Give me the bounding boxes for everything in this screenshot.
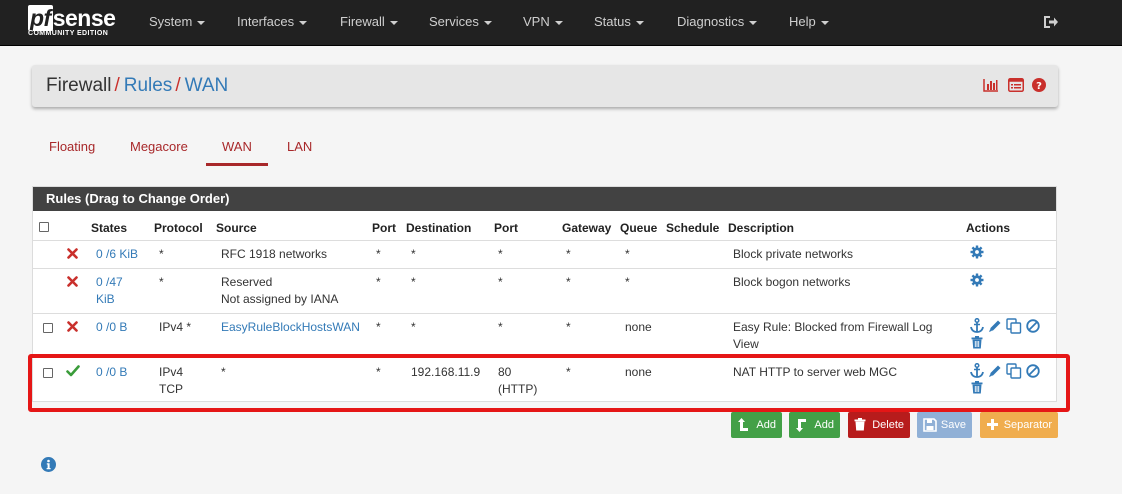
info-circle-icon[interactable] — [41, 457, 56, 472]
caret-down-icon — [820, 20, 829, 25]
caret-down-icon — [197, 20, 206, 25]
save-disk-icon — [923, 418, 937, 432]
tab-lan[interactable]: LAN — [287, 139, 312, 154]
caret-down-icon — [389, 20, 398, 25]
anchor-icon[interactable] — [970, 363, 984, 378]
caret-down-icon — [635, 20, 644, 25]
nav-status-menu[interactable]: Status — [594, 0, 644, 46]
add-bottom-button[interactable]: Add — [789, 412, 840, 438]
header-actions: Actions — [966, 221, 1011, 235]
states-link[interactable]: 0 /0 B — [96, 364, 127, 380]
pencil-edit-icon[interactable] — [988, 364, 1002, 378]
breadcrumb-panel: Firewall / Rules / WAN ? — [32, 65, 1058, 107]
caret-down-icon — [483, 20, 492, 25]
separator-button[interactable]: Separator — [980, 412, 1058, 438]
active-tab-indicator — [206, 163, 268, 166]
gear-icon[interactable] — [970, 245, 984, 259]
tab-wan[interactable]: WAN — [222, 139, 252, 154]
breadcrumb-wan-link[interactable]: WAN — [185, 75, 229, 96]
level-up-arrow-icon — [738, 418, 748, 431]
header-queue[interactable]: Queue — [620, 220, 657, 236]
tab-floating[interactable]: Floating — [49, 139, 95, 154]
svg-text:?: ? — [1036, 81, 1042, 92]
add-top-button[interactable]: Add — [731, 412, 782, 438]
header-protocol[interactable]: Protocol — [154, 220, 203, 236]
header-destination[interactable]: Destination — [406, 220, 471, 236]
nav-interfaces-menu[interactable]: Interfaces — [237, 0, 308, 46]
states-link[interactable]: 0 /47 — [96, 274, 123, 290]
logo-subtitle: COMMUNITY EDITION — [28, 30, 109, 37]
top-navbar: pfsense COMMUNITY EDITION System Interfa… — [0, 0, 1122, 46]
nav-firewall-menu[interactable]: Firewall — [340, 0, 398, 46]
nav-services-menu[interactable]: Services — [429, 0, 492, 46]
chart-bar-icon[interactable] — [983, 78, 999, 92]
delete-button[interactable]: Delete — [848, 412, 910, 438]
row-checkbox[interactable] — [43, 323, 53, 333]
block-x-icon — [67, 321, 78, 332]
caret-down-icon — [299, 20, 308, 25]
sign-out-icon[interactable] — [1043, 14, 1059, 30]
header-source[interactable]: Source — [216, 220, 257, 236]
nav-help-menu[interactable]: Help — [789, 0, 829, 46]
source-alias-link[interactable]: EasyRuleBlockHostsWAN — [221, 319, 360, 335]
question-circle-icon[interactable]: ? — [1032, 78, 1046, 92]
states-link[interactable]: KiB — [96, 291, 115, 307]
caret-down-icon — [554, 20, 563, 25]
save-button[interactable]: Save — [917, 412, 972, 438]
states-link[interactable]: 0 /0 B — [96, 319, 127, 335]
breadcrumb-firewall: Firewall — [46, 75, 112, 96]
copy-icon[interactable] — [1006, 318, 1022, 334]
pencil-edit-icon[interactable] — [988, 319, 1002, 333]
header-destination-port[interactable]: Port — [494, 220, 518, 236]
breadcrumb-rules-link[interactable]: Rules — [124, 75, 173, 96]
header-schedule[interactable]: Schedule — [666, 220, 719, 236]
header-states[interactable]: States — [91, 220, 127, 236]
list-alt-icon[interactable] — [1007, 78, 1024, 92]
header-source-port[interactable]: Port — [372, 220, 396, 236]
trash-icon — [854, 418, 866, 431]
caret-down-icon — [749, 20, 758, 25]
tab-megacore[interactable]: Megacore — [130, 139, 188, 154]
states-link[interactable]: 0 /6 KiB — [96, 246, 138, 262]
pfsense-logo[interactable]: pfsense COMMUNITY EDITION — [28, 5, 124, 42]
disable-ban-icon[interactable] — [1026, 319, 1040, 333]
disable-ban-icon[interactable] — [1026, 364, 1040, 378]
header-gateway[interactable]: Gateway — [562, 220, 611, 236]
pass-check-icon — [66, 365, 80, 377]
block-x-icon — [67, 276, 78, 287]
copy-icon[interactable] — [1006, 363, 1022, 379]
nav-vpn-menu[interactable]: VPN — [523, 0, 563, 46]
trash-icon[interactable] — [971, 336, 983, 349]
rules-panel-title: Rules (Drag to Change Order) — [33, 187, 1056, 211]
anchor-icon[interactable] — [970, 318, 984, 333]
row-checkbox[interactable] — [43, 368, 53, 378]
header-description[interactable]: Description — [728, 220, 794, 236]
select-all-checkbox[interactable] — [39, 222, 49, 232]
gear-icon[interactable] — [970, 273, 984, 287]
plus-icon — [987, 419, 998, 430]
rules-panel: Rules (Drag to Change Order) States Prot… — [32, 186, 1057, 402]
level-down-arrow-icon — [796, 419, 806, 432]
nav-system-menu[interactable]: System — [149, 0, 206, 46]
nav-diagnostics-menu[interactable]: Diagnostics — [677, 0, 758, 46]
block-x-icon — [67, 248, 78, 259]
breadcrumb: Firewall / Rules / WAN — [46, 75, 229, 96]
trash-icon[interactable] — [971, 381, 983, 394]
